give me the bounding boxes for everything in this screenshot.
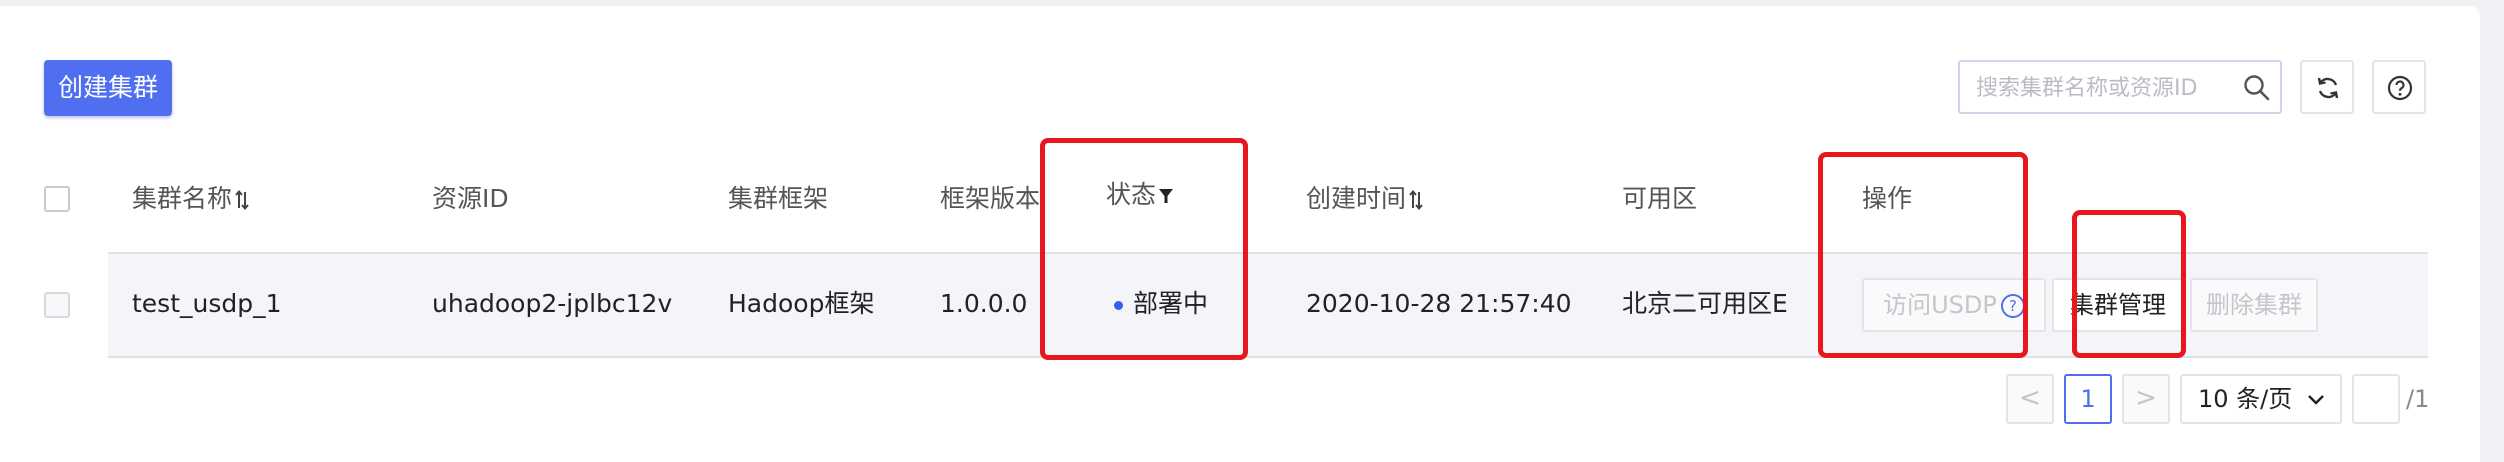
cell-zone: 北京二可用区E [1622,289,1788,318]
search-icon[interactable] [2242,73,2272,103]
column-header-resource-id: 资源ID [432,184,509,213]
create-cluster-button[interactable]: 创建集群 [44,60,172,116]
column-header-created-at[interactable]: 创建时间 [1306,182,1424,216]
row-checkbox[interactable] [44,292,70,318]
column-header-framework: 集群框架 [728,184,829,213]
column-header-zone: 可用区 [1622,184,1698,213]
refresh-icon [2317,77,2339,99]
next-page-button[interactable]: > [2122,374,2170,424]
column-header-created-at-label: 创建时间 [1306,184,1407,213]
refresh-button[interactable] [2300,60,2354,114]
total-pages: /1 [2406,385,2430,413]
cell-framework-version: 1.0.0.0 [940,289,1028,318]
current-page[interactable]: 1 [2064,374,2112,424]
cell-cluster-name: test_usdp_1 [132,289,282,318]
column-header-framework-version: 框架版本 [940,184,1041,213]
help-button[interactable] [2372,60,2426,114]
delete-cluster-button[interactable]: 删除集群 [2190,278,2318,332]
search-input[interactable] [1960,62,2248,114]
visit-usdp-label: 访问USDP [1883,291,1997,319]
cluster-list-panel: 创建集群 集群名称 资源ID 集群框架 框架版本 [0,6,2480,462]
column-header-actions: 操作 [1862,184,1913,213]
search-box[interactable] [1958,60,2282,114]
chevron-down-icon [2308,395,2324,405]
sort-icon[interactable] [234,189,250,211]
page-jump-input[interactable] [2352,374,2400,424]
column-header-name[interactable]: 集群名称 [132,182,250,216]
sort-icon[interactable] [1408,189,1424,211]
visit-usdp-button[interactable]: 访问USDP? [1862,278,2046,332]
manage-cluster-button[interactable]: 集群管理 [2052,278,2184,332]
status-dot-icon [1114,300,1123,310]
select-all-checkbox[interactable] [44,186,70,212]
page-size-select[interactable]: 10 条/页 [2180,374,2342,424]
cell-created-at: 2020-10-28 21:57:40 [1306,289,1572,318]
page-size-label: 10 条/页 [2198,385,2293,413]
column-header-name-label: 集群名称 [132,184,233,213]
help-icon[interactable]: ? [2000,294,2025,318]
help-icon [2387,75,2413,101]
prev-page-button[interactable]: < [2006,374,2054,424]
cell-framework: Hadoop框架 [728,289,875,318]
cell-status: 部署中 [1114,286,1208,322]
status-text: 部署中 [1133,289,1209,318]
cell-resource-id: uhadoop2-jplbc12v [432,289,673,318]
column-header-status[interactable]: 状态 [1106,178,1174,212]
column-header-status-label: 状态 [1106,180,1157,209]
filter-icon[interactable] [1158,187,1174,205]
